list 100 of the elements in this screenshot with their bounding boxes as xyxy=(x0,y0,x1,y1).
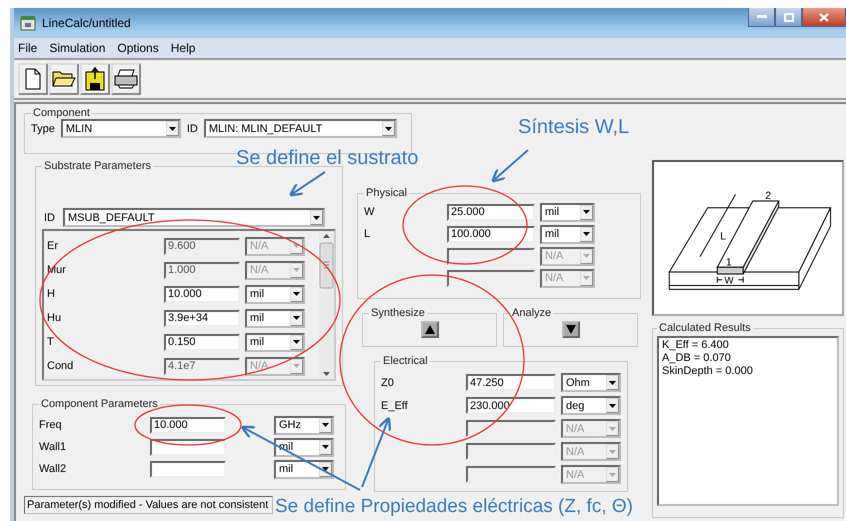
result-line: A_DB = 0.070 xyxy=(662,352,732,365)
menu-item[interactable]: File xyxy=(18,41,38,55)
dropdown[interactable]: mil xyxy=(245,284,305,304)
analyze-button[interactable] xyxy=(562,321,580,338)
group-title: Physical xyxy=(365,187,408,199)
field-label: Hu xyxy=(47,312,62,324)
caret-icon xyxy=(609,426,616,430)
field-label: W xyxy=(364,206,374,218)
annotation-text: Se define Propiedades eléctricas (Z, fc, Θ) xyxy=(275,497,633,516)
minimize-button[interactable] xyxy=(748,8,775,27)
annotation-arrow xyxy=(288,171,326,197)
caret-icon xyxy=(293,292,300,296)
input-field[interactable]: 100.000 xyxy=(447,226,535,242)
field-label: ID xyxy=(44,212,55,224)
field-label: Cond xyxy=(47,360,74,372)
caret-icon xyxy=(609,404,616,408)
print-button[interactable] xyxy=(111,63,141,95)
caret-icon xyxy=(313,216,320,220)
dropdown[interactable]: mil xyxy=(540,224,595,244)
annotation-text: Síntesis W,L xyxy=(518,117,630,137)
maximize-icon xyxy=(784,12,794,22)
dropdown[interactable]: MSUB_DEFAULT xyxy=(63,208,325,227)
save-button[interactable] xyxy=(80,63,110,95)
scrollbar[interactable] xyxy=(319,231,334,379)
annotation-arrow xyxy=(491,149,529,183)
field-label: Er xyxy=(47,240,58,252)
caret-icon xyxy=(583,232,590,236)
caret-icon xyxy=(583,276,590,280)
minimize-icon xyxy=(756,15,766,19)
caret-icon xyxy=(583,254,590,258)
input-field[interactable]: 25.000 xyxy=(447,204,535,220)
group-title: Calculated Results xyxy=(658,322,752,334)
caret-icon xyxy=(322,467,329,471)
input-field[interactable]: 230.000 xyxy=(466,397,556,414)
caret-icon xyxy=(609,450,616,454)
status-bar: Parameter(s) modified - Values are not consistent xyxy=(24,496,274,514)
caret-icon xyxy=(293,244,300,248)
maximize-button[interactable] xyxy=(775,8,802,27)
caret-icon xyxy=(293,340,300,344)
caret-icon xyxy=(609,380,616,384)
down-triangle-icon xyxy=(566,325,576,334)
field-label: T xyxy=(47,336,54,348)
folder-icon xyxy=(52,70,76,88)
microstrip-drawing: L 2 1 W xyxy=(658,178,838,298)
input-field[interactable]: 47.250 xyxy=(466,374,556,391)
input-field[interactable] xyxy=(150,438,226,456)
group-title: Analyze xyxy=(511,307,552,319)
caret-icon xyxy=(583,210,590,214)
input-field[interactable]: 0.150 xyxy=(164,334,240,350)
dropdown[interactable]: mil xyxy=(245,332,305,352)
blank-page-icon xyxy=(25,68,41,90)
menu-item[interactable]: Help xyxy=(170,41,196,55)
close-button[interactable] xyxy=(802,8,846,27)
input-field[interactable]: 10.000 xyxy=(164,286,240,302)
dropdown[interactable]: mil xyxy=(245,308,305,328)
field-label: Wall1 xyxy=(39,441,66,453)
field-label: Z0 xyxy=(381,376,394,388)
field-label: Freq xyxy=(39,419,62,431)
open-button[interactable] xyxy=(49,63,79,95)
caret-icon xyxy=(293,316,300,320)
dropdown[interactable]: MLIN: MLIN_DEFAULT xyxy=(204,119,397,138)
synthesize-button[interactable] xyxy=(420,321,438,338)
close-icon xyxy=(819,12,829,22)
window-title: LineCalc/untitled xyxy=(42,16,131,30)
menu-item[interactable]: Simulation xyxy=(49,41,106,55)
caret-icon xyxy=(609,472,616,476)
input-field[interactable]: 3.9e+34 xyxy=(164,310,240,326)
caret-icon xyxy=(293,268,300,272)
result-line: K_Eff = 6.400 xyxy=(662,339,730,352)
field-label: ID xyxy=(186,122,198,134)
group-title: Component Parameters xyxy=(40,398,159,410)
field-label: H xyxy=(47,288,55,300)
up-triangle-icon xyxy=(424,325,434,334)
dropdown[interactable]: GHz xyxy=(274,416,334,434)
app-icon xyxy=(20,15,36,31)
menu-item[interactable]: Options xyxy=(117,41,159,55)
new-file-button[interactable] xyxy=(18,63,48,95)
caret-icon xyxy=(293,364,300,368)
group-title: Electrical xyxy=(382,355,429,367)
field-label: E_Eff xyxy=(381,400,408,412)
caret-icon xyxy=(384,126,392,130)
field-label: Wall2 xyxy=(39,463,66,475)
input-field[interactable] xyxy=(150,460,226,478)
group-title: Component xyxy=(32,107,91,119)
caret-icon xyxy=(168,126,176,130)
dropdown[interactable]: deg xyxy=(561,396,621,415)
input-field[interactable]: 10.000 xyxy=(150,416,226,434)
dropdown[interactable]: Ohm xyxy=(561,373,621,392)
dropdown[interactable]: mil xyxy=(274,460,334,478)
annotation-text: Se define el sustrato xyxy=(236,148,418,168)
field-label: L xyxy=(364,228,370,240)
dropdown[interactable]: MLIN xyxy=(60,119,181,138)
result-line: SkinDepth = 0.000 xyxy=(662,365,754,378)
group-title: Synthesize xyxy=(370,307,426,319)
floppy-disk-icon xyxy=(85,67,105,91)
caret-icon xyxy=(322,445,329,449)
dropdown[interactable]: mil xyxy=(540,202,595,222)
caret-icon xyxy=(322,423,329,427)
field-label: Type xyxy=(31,122,55,134)
printer-icon xyxy=(114,69,138,89)
